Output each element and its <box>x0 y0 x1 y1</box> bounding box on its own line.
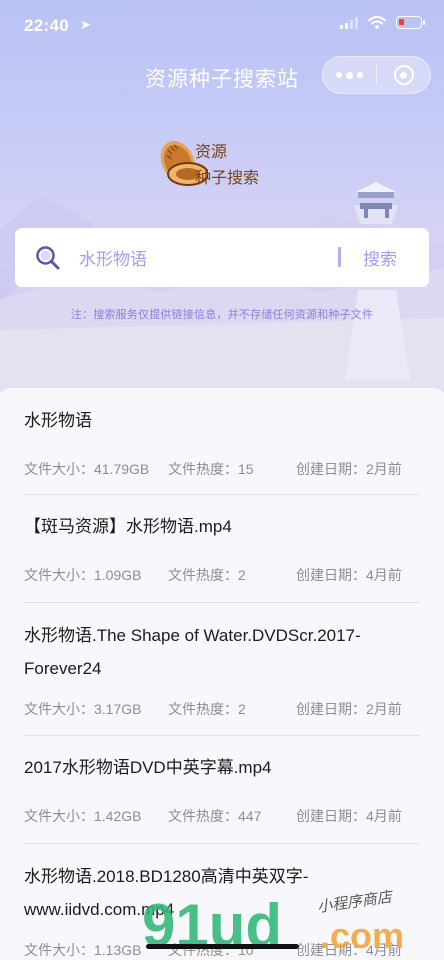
result-size: 文件大小：1.09GB <box>24 567 142 583</box>
home-indicator <box>146 944 299 949</box>
search-button[interactable]: 搜索 <box>363 245 397 270</box>
result-meta: 文件大小：1.09GB 文件热度：2 创建日期：4月前 <box>24 565 420 585</box>
search-input[interactable] <box>79 240 337 275</box>
miniprogram-capsule <box>322 56 431 94</box>
watermark-tagline: 小程序商店 <box>316 890 395 916</box>
result-heat: 文件热度：447 <box>168 808 262 824</box>
result-heat: 文件热度：2 <box>168 701 246 717</box>
results-list: 水形物语 文件大小：41.79GB 文件热度：15 创建日期：2月前 【斑马资源… <box>0 388 444 960</box>
result-title: 水形物语 <box>24 411 92 430</box>
site-watermark: 91ud .com 小程序商店 <box>140 887 440 960</box>
cellular-signal-icon <box>340 16 358 29</box>
location-arrow-icon: ➤ <box>80 17 91 32</box>
status-indicators <box>340 16 425 29</box>
result-size: 文件大小：3.17GB <box>24 701 142 717</box>
logo-text-line1: 资源 <box>195 142 228 161</box>
status-time: 22:40 <box>24 16 69 35</box>
more-options-button[interactable] <box>323 56 376 94</box>
result-meta: 文件大小：41.79GB 文件热度：15 创建日期：2月前 <box>24 459 420 479</box>
status-bar: 22:40 ➤ <box>0 0 444 52</box>
watermark-suffix: .com <box>320 915 404 956</box>
close-miniprogram-button[interactable] <box>377 56 430 94</box>
target-icon <box>393 65 414 85</box>
result-item[interactable]: 【斑马资源】水形物语.mp4 文件大小：1.09GB 文件热度：2 创建日期：4… <box>24 495 420 603</box>
logo-text-line2: 种子搜索 <box>195 168 260 187</box>
result-heat: 文件热度：15 <box>168 461 254 477</box>
watermark-logo: 91ud .com 小程序商店 <box>142 887 404 959</box>
result-date: 创建日期：2月前 <box>296 701 402 717</box>
result-date: 创建日期：4月前 <box>296 808 402 824</box>
result-size: 文件大小：41.79GB <box>24 461 150 477</box>
result-title: 2017水形物语DVD中英字幕.mp4 <box>24 758 272 777</box>
result-item[interactable]: 水形物语.The Shape of Water.DVDScr.2017-Fore… <box>24 603 420 736</box>
result-meta: 文件大小：3.17GB 文件热度：2 创建日期：2月前 <box>24 699 420 719</box>
result-heat: 文件热度：2 <box>168 567 246 583</box>
result-size: 文件大小：1.42GB <box>24 808 142 824</box>
result-date: 创建日期：4月前 <box>296 567 402 583</box>
disclaimer-note: 注：搜索服务仅提供链接信息，并不存储任何资源和种子文件 <box>70 309 374 321</box>
wifi-icon <box>368 16 386 29</box>
result-item[interactable]: 水形物语 文件大小：41.79GB 文件热度：15 创建日期：2月前 <box>24 388 420 495</box>
result-date: 创建日期：2月前 <box>296 461 402 477</box>
result-title: 水形物语.The Shape of Water.DVDScr.2017-Fore… <box>24 626 361 678</box>
search-box: 搜索 <box>15 228 429 287</box>
search-divider <box>338 247 341 267</box>
result-title: 【斑马资源】水形物语.mp4 <box>24 517 232 536</box>
search-icon <box>36 246 60 270</box>
result-item[interactable]: 2017水形物语DVD中英字幕.mp4 文件大小：1.42GB 文件热度：447… <box>24 736 420 844</box>
app-logo: 资源 种子搜索 <box>158 132 288 192</box>
result-meta: 文件大小：1.42GB 文件热度：447 创建日期：4月前 <box>24 806 420 826</box>
battery-icon <box>396 16 425 29</box>
